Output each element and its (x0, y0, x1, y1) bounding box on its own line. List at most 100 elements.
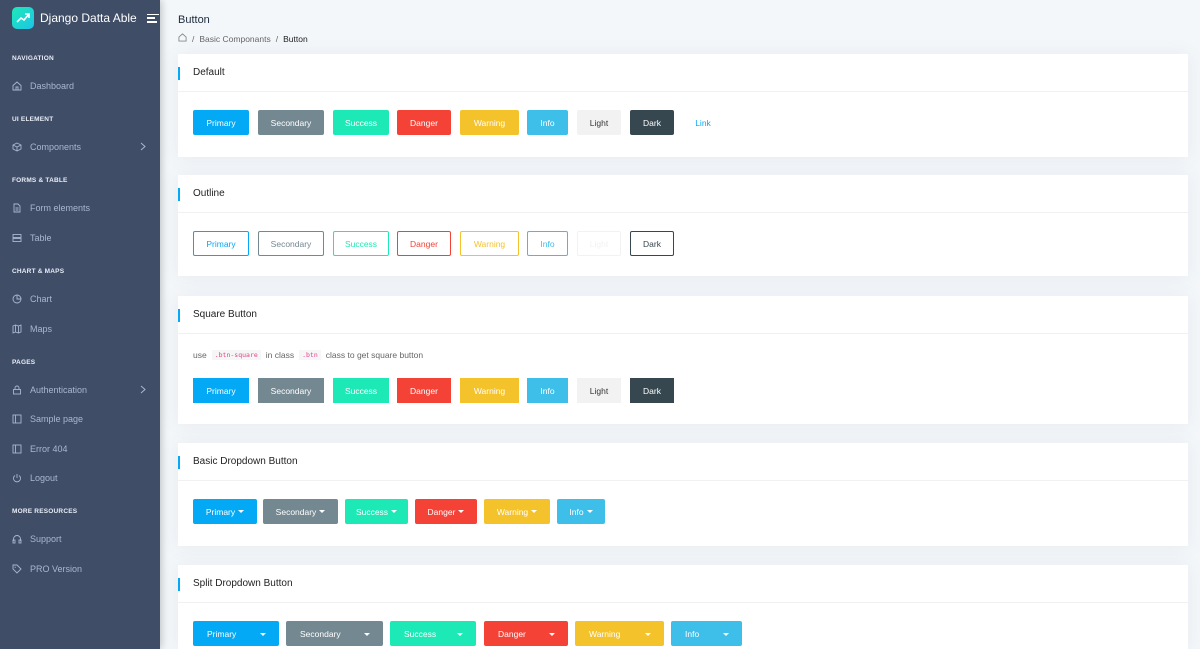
hint-text: class to get square button (325, 350, 424, 360)
button-label: Danger (498, 628, 526, 639)
caret-down-icon (531, 510, 538, 513)
primary-square-button[interactable]: Primary (193, 378, 249, 403)
menu-toggle-icon[interactable] (146, 13, 159, 23)
card-title: Basic Dropdown Button (193, 456, 298, 467)
brand: Django Datta Able (0, 0, 160, 36)
success-button[interactable]: Success (333, 110, 389, 135)
card-split-dropdown: Split Dropdown Button Primary Secondary … (178, 565, 1188, 649)
sidebar-item-sample-page[interactable]: Sample page (12, 409, 152, 429)
sidebar-item-label: Logout (30, 473, 58, 483)
sidebar-item-label: Components (30, 142, 82, 152)
sidebar-item-label: Support (30, 534, 62, 544)
warning-split-button[interactable]: Warning (575, 621, 664, 646)
warning-dropdown-button[interactable]: Warning (484, 499, 550, 524)
light-button[interactable]: Light (577, 110, 621, 135)
secondary-split-button[interactable]: Secondary (286, 621, 383, 646)
pie-chart-icon (12, 294, 22, 304)
dark-outline-button[interactable]: Dark (630, 231, 674, 256)
success-square-button[interactable]: Success (333, 378, 389, 403)
caret-down-icon[interactable] (364, 633, 370, 636)
dark-button[interactable]: Dark (630, 110, 674, 135)
dark-square-button[interactable]: Dark (630, 378, 674, 403)
success-outline-button[interactable]: Success (333, 231, 389, 256)
primary-dropdown-button[interactable]: Primary (193, 499, 257, 524)
info-split-button[interactable]: Info (671, 621, 742, 646)
secondary-dropdown-button[interactable]: Secondary (263, 499, 338, 524)
lock-icon (12, 385, 22, 395)
danger-split-button[interactable]: Danger (484, 621, 568, 646)
button-label: Info (569, 506, 584, 517)
map-icon (12, 324, 22, 334)
button-label: Primary (205, 506, 236, 517)
nav-caption-chart-maps: Chart & Maps (12, 268, 65, 275)
home-icon[interactable] (178, 33, 187, 44)
sidebar-item-logout[interactable]: Logout (12, 468, 152, 488)
hint-code: .btn (299, 350, 321, 360)
sidebar-item-maps[interactable]: Maps (12, 319, 152, 339)
chevron-right-icon (140, 142, 146, 153)
primary-button[interactable]: Primary (193, 110, 249, 135)
light-outline-button[interactable]: Light (577, 231, 621, 256)
primary-split-button[interactable]: Primary (193, 621, 279, 646)
sidebar-item-label: Error 404 (30, 444, 68, 454)
sidebar-item-chart[interactable]: Chart (12, 289, 152, 309)
sidebar-item-authentication[interactable]: Authentication (12, 380, 152, 400)
danger-square-button[interactable]: Danger (397, 378, 451, 403)
sidebar-item-label: Maps (30, 324, 53, 334)
caret-down-icon[interactable] (457, 633, 463, 636)
card-basic-dropdown: Basic Dropdown Button Primary Secondary … (178, 443, 1188, 546)
button-label: Info (685, 628, 700, 639)
primary-outline-button[interactable]: Primary (193, 231, 249, 256)
trending-up-icon (16, 13, 30, 23)
sidebar-item-label: Sample page (30, 414, 84, 424)
sidebar-item-table[interactable]: Table (12, 228, 152, 248)
card-title: Square Button (193, 309, 257, 320)
sidebar-item-components[interactable]: Components (12, 137, 152, 157)
nav-caption-more-resources: More Resources (12, 508, 78, 515)
caret-down-icon (238, 510, 245, 513)
caret-down-icon[interactable] (723, 633, 729, 636)
hint-text: use (193, 350, 207, 360)
sidebar-item-dashboard[interactable]: Dashboard (12, 76, 152, 96)
home-icon (12, 81, 22, 91)
sidebar-item-label: Chart (30, 294, 53, 304)
info-square-button[interactable]: Info (527, 378, 568, 403)
brand-logo[interactable] (12, 7, 34, 29)
button-label: Secondary (275, 506, 317, 517)
caret-down-icon[interactable] (549, 633, 555, 636)
headphones-icon (12, 534, 22, 544)
sidebar-item-error-404[interactable]: Error 404 (12, 439, 152, 459)
page-title: Button (178, 14, 210, 26)
success-dropdown-button[interactable]: Success (345, 499, 408, 524)
danger-outline-button[interactable]: Danger (397, 231, 451, 256)
secondary-outline-button[interactable]: Secondary (258, 231, 324, 256)
warning-button[interactable]: Warning (460, 110, 519, 135)
danger-button[interactable]: Danger (397, 110, 451, 135)
sidebar-item-form-elements[interactable]: Form elements (12, 198, 152, 218)
light-square-button[interactable]: Light (577, 378, 621, 403)
info-outline-button[interactable]: Info (527, 231, 568, 256)
secondary-square-button[interactable]: Secondary (258, 378, 324, 403)
square-button-hint: use .btn-square in class .btn class to g… (193, 350, 423, 360)
breadcrumb-item[interactable]: Basic Componants (199, 34, 270, 44)
sidebar-item-support[interactable]: Support (12, 529, 152, 549)
warning-square-button[interactable]: Warning (460, 378, 519, 403)
success-split-button[interactable]: Success (390, 621, 476, 646)
card-square-button: Square Button use .btn-square in class .… (178, 296, 1188, 424)
caret-down-icon[interactable] (260, 633, 266, 636)
server-icon (12, 233, 22, 243)
button-label: Primary (207, 628, 237, 639)
chevron-right-icon (140, 385, 146, 396)
brand-name[interactable]: Django Datta Able (40, 11, 137, 25)
danger-dropdown-button[interactable]: Danger (415, 499, 477, 524)
secondary-button[interactable]: Secondary (258, 110, 324, 135)
info-dropdown-button[interactable]: Info (557, 499, 605, 524)
caret-down-icon[interactable] (645, 633, 651, 636)
warning-outline-button[interactable]: Warning (460, 231, 519, 256)
caret-down-icon (458, 510, 465, 513)
sidebar-item-pro-version[interactable]: PRO Version (12, 559, 152, 579)
nav-caption-forms-table: Forms & Table (12, 177, 68, 184)
caret-down-icon (586, 510, 593, 513)
info-button[interactable]: Info (527, 110, 568, 135)
link-button[interactable]: Link (683, 110, 723, 135)
